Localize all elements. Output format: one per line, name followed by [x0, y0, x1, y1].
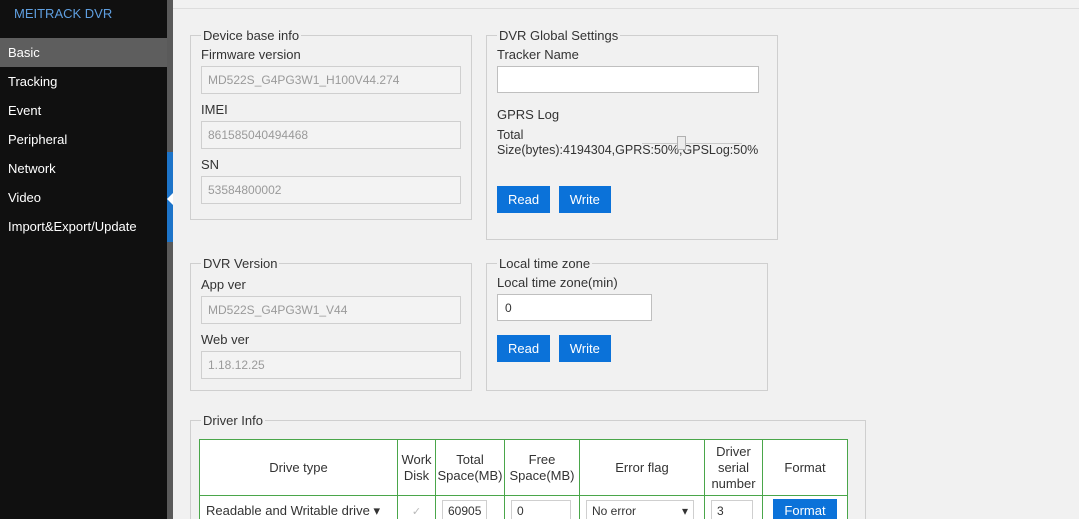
error-flag-cell: No error ▾ — [579, 495, 705, 519]
format-cell: Format — [762, 495, 848, 519]
header-work-disk: Work Disk — [397, 439, 436, 496]
sidebar: MEITRACK DVR Basic Tracking Event Periph… — [0, 0, 167, 519]
total-space-field[interactable]: 60905 — [442, 499, 488, 519]
work-disk-cell: ✓ — [397, 495, 436, 519]
sidebar-item-basic[interactable]: Basic — [0, 38, 167, 67]
tracker-name-label: Tracker Name — [497, 47, 579, 62]
imei-field: 861585040494468 — [201, 121, 461, 149]
table-header-row: Drive type Work Disk Total Space(MB) Fre… — [199, 439, 848, 496]
brand-title: MEITRACK DVR — [14, 6, 113, 21]
sn-label: SN — [201, 157, 220, 172]
web-ver-label: Web ver — [201, 332, 250, 347]
total-space-cell: 60905 — [435, 495, 505, 519]
sidebar-item-network[interactable]: Network — [0, 154, 167, 183]
global-write-button[interactable]: Write — [558, 186, 611, 213]
top-divider — [173, 8, 1079, 9]
gprs-log-label: GPRS Log — [497, 107, 560, 122]
dvr-version-legend: DVR Version — [203, 256, 278, 271]
error-flag-select[interactable]: No error ▾ — [586, 499, 694, 519]
app-ver-label: App ver — [201, 277, 246, 292]
dropdown-arrow-icon: ▾ — [373, 502, 380, 518]
header-total-space: Total Space(MB) — [435, 439, 505, 496]
firmware-label: Firmware version — [201, 47, 301, 62]
drive-type-cell: Readable and Writable drive ▾ — [199, 495, 398, 519]
sidebar-item-peripheral[interactable]: Peripheral — [0, 125, 167, 154]
imei-label: IMEI — [201, 102, 228, 117]
timezone-read-button[interactable]: Read — [497, 335, 551, 362]
serial-cell: 3 — [704, 495, 763, 519]
time-zone-label: Local time zone(min) — [497, 275, 618, 290]
format-button[interactable]: Format — [773, 498, 837, 519]
sn-field: 53584800002 — [201, 176, 461, 204]
free-space-cell: 0 — [504, 495, 580, 519]
work-disk-checkbox[interactable]: ✓ — [412, 506, 421, 518]
sidebar-item-import-export-update[interactable]: Import&Export/Update — [0, 212, 167, 241]
device-info-panel: Device base info Firmware version MD522S… — [190, 28, 472, 220]
time-zone-panel: Local time zone Local time zone(min) Rea… — [486, 256, 768, 391]
drive-type-select[interactable]: Readable and Writable drive ▾ — [206, 503, 380, 518]
app-ver-field: MD522S_G4PG3W1_V44 — [201, 296, 461, 324]
header-free-space: Free Space(MB) — [504, 439, 580, 496]
sidebar-item-event[interactable]: Event — [0, 96, 167, 125]
time-zone-legend: Local time zone — [499, 256, 591, 271]
driver-info-legend: Driver Info — [203, 413, 263, 428]
global-settings-legend: DVR Global Settings — [499, 28, 619, 43]
header-error-flag: Error flag — [579, 439, 705, 496]
gprs-log-slider-track[interactable] — [642, 143, 742, 144]
dropdown-arrow-icon: ▾ — [681, 503, 688, 518]
dvr-version-panel: DVR Version App ver MD522S_G4PG3W1_V44 W… — [190, 256, 472, 391]
time-zone-input[interactable] — [497, 294, 652, 321]
drive-type-value: Readable and Writable drive — [206, 502, 370, 518]
error-flag-value: No error — [592, 503, 637, 518]
timezone-write-button[interactable]: Write — [558, 335, 611, 362]
header-drive-type: Drive type — [199, 439, 398, 496]
sidebar-item-video[interactable]: Video — [0, 183, 167, 212]
tracker-name-input[interactable] — [497, 66, 759, 93]
firmware-field: MD522S_G4PG3W1_H100V44.274 — [201, 66, 461, 94]
global-settings-panel: DVR Global Settings Tracker Name GPRS Lo… — [486, 28, 778, 240]
table-row: Readable and Writable drive ▾ ✓ 60905 0 … — [199, 495, 848, 519]
sidebar-item-tracking[interactable]: Tracking — [0, 67, 167, 96]
free-space-field[interactable]: 0 — [511, 499, 571, 519]
web-ver-field: 1.18.12.25 — [201, 351, 461, 379]
header-driver-serial: Driver serial number — [704, 439, 763, 496]
device-info-legend: Device base info — [203, 28, 300, 43]
gprs-log-slider-thumb[interactable] — [677, 136, 686, 150]
global-read-button[interactable]: Read — [497, 186, 551, 213]
serial-field[interactable]: 3 — [711, 499, 753, 519]
driver-info-table: Drive type Work Disk Total Space(MB) Fre… — [199, 439, 848, 519]
header-format: Format — [762, 439, 848, 496]
